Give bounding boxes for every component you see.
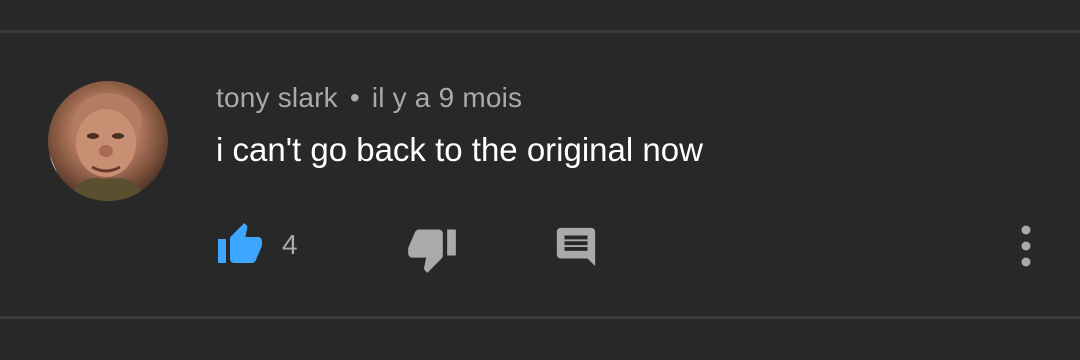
comment-reply-icon <box>556 227 596 267</box>
user-avatar[interactable] <box>48 81 168 201</box>
more-options-button[interactable] <box>1012 223 1040 269</box>
bottom-divider <box>0 316 1080 319</box>
meta-separator: • <box>349 82 360 113</box>
comment-header: tony slark • il y a 9 mois <box>216 82 522 114</box>
like-button[interactable] <box>216 221 264 269</box>
more-vertical-icon <box>1021 225 1031 267</box>
author-name[interactable]: tony slark <box>216 82 338 113</box>
thumb-down-icon <box>408 229 456 273</box>
thumb-up-icon <box>218 223 262 263</box>
comment-item: tony slark • il y a 9 mois i can't go ba… <box>0 33 1080 316</box>
comment-actions: 4 <box>0 221 1080 273</box>
dislike-button[interactable] <box>406 223 458 275</box>
avatar-image <box>48 93 148 201</box>
comment-timestamp[interactable]: il y a 9 mois <box>372 82 522 113</box>
reply-button[interactable] <box>553 224 599 270</box>
comment-body: i can't go back to the original now <box>216 131 703 168</box>
like-count: 4 <box>282 229 298 260</box>
